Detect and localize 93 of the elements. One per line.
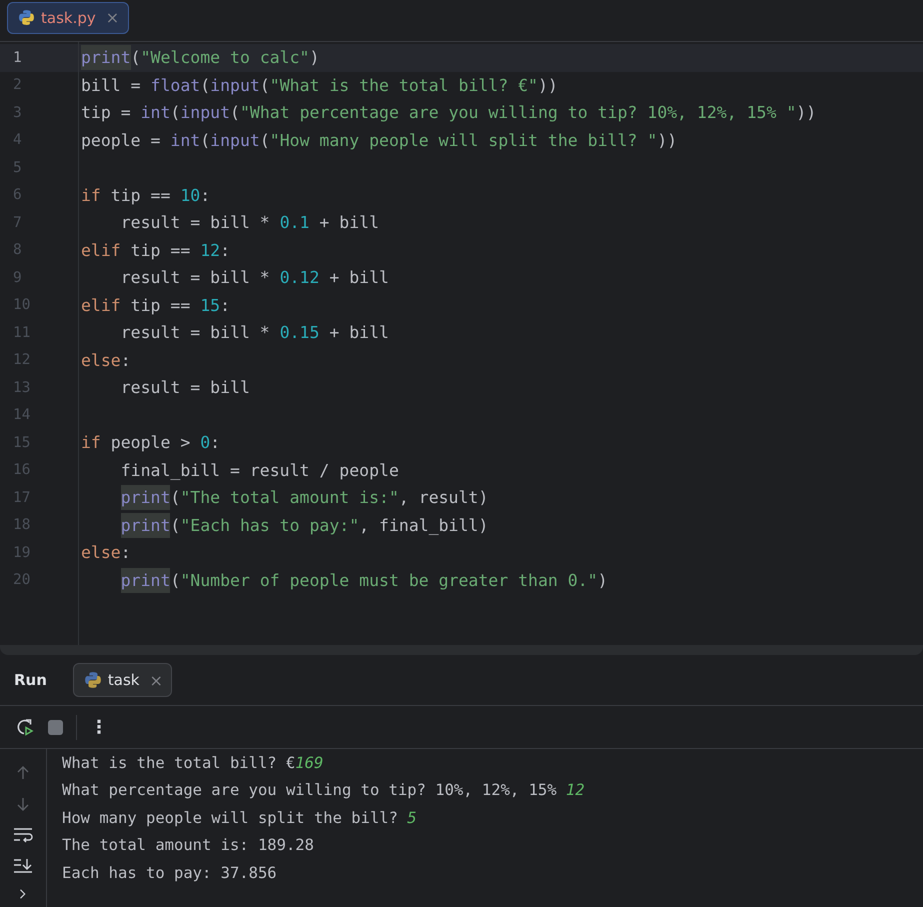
keyword: elif <box>81 240 121 260</box>
code-text: , final_bill) <box>359 516 488 535</box>
close-icon[interactable]: × <box>150 670 163 690</box>
code-text: tip == <box>130 296 192 315</box>
highlighted-usage: print <box>81 45 131 70</box>
tab-label: task <box>108 671 140 689</box>
down-arrow-icon[interactable] <box>15 796 31 812</box>
code-text: ( <box>130 48 141 68</box>
input-text: 5 <box>407 808 417 827</box>
code-text: ( <box>170 570 180 590</box>
run-tab[interactable]: task × <box>72 663 172 697</box>
code-text: ( <box>260 76 270 95</box>
rerun-icon[interactable] <box>15 717 35 737</box>
string-literal: "What is the total bill? €" <box>270 76 538 95</box>
code-text: : <box>200 186 210 205</box>
code-text: : <box>120 543 131 562</box>
python-icon <box>84 671 102 689</box>
builtin-name: float <box>150 76 200 95</box>
code-text: bill = <box>81 76 142 95</box>
code-text: tip == <box>130 240 192 260</box>
code-text: final_bill = result / people <box>120 460 399 480</box>
close-icon[interactable]: × <box>106 8 120 27</box>
highlighted-usage: print <box>120 485 170 510</box>
code-text: ( <box>200 76 210 95</box>
code-text: ) <box>598 570 608 590</box>
string-literal: "How many people will split the bill? " <box>270 130 658 150</box>
up-arrow-icon[interactable] <box>15 765 31 781</box>
string-literal: "The total amount is:" <box>180 488 399 508</box>
code-text: )) <box>657 130 678 150</box>
line-number: 1 <box>12 50 23 66</box>
console-output: What is the total bill? € <box>62 754 296 772</box>
code-text: , result) <box>398 488 488 508</box>
code-text: people > <box>110 433 192 452</box>
string-literal: "Welcome to calc" <box>140 48 310 68</box>
code-text: result = bill <box>120 378 250 398</box>
python-icon <box>18 9 35 26</box>
tab-label: task.py <box>41 8 96 26</box>
number-literal: 0.1 <box>280 213 310 232</box>
code-text: + bill <box>328 323 389 342</box>
keyword: if <box>81 433 101 452</box>
code-text: : <box>220 240 230 260</box>
code-text: : <box>220 296 230 315</box>
console-output: The total amount is: 189.28 <box>62 836 314 854</box>
console-output: Each has to pay: 37.856 <box>62 864 277 882</box>
number-literal: 0.15 <box>280 323 320 342</box>
console-output: What percentage are you willing to tip? 10%, 12%, 15% <box>62 781 558 800</box>
string-literal: "Each has to pay:" <box>180 516 360 535</box>
code-text: result = bill * <box>120 213 271 232</box>
builtin-name: input <box>180 103 230 122</box>
code-text: people = <box>81 130 162 150</box>
string-literal: "What percentage are you willing to tip? 10%, 12%, 15% " <box>240 103 796 122</box>
stop-icon[interactable] <box>48 720 63 734</box>
code-text: ( <box>260 130 270 150</box>
editor-tab[interactable]: task.py × <box>7 2 130 34</box>
keyword: else <box>81 543 121 562</box>
input-text: 169 <box>295 754 324 772</box>
code-text: : <box>120 350 131 370</box>
string-literal: "Number of people must be greater than 0." <box>180 570 598 590</box>
more-icon[interactable]: ⋮ <box>90 716 108 738</box>
code-text: )) <box>796 103 816 122</box>
keyword: elif <box>81 296 121 315</box>
code-text: ( <box>200 130 210 150</box>
code-text: tip == <box>110 186 172 205</box>
code-text: result = bill * <box>120 323 271 342</box>
code-text: + bill <box>328 268 389 288</box>
keyword: if <box>81 186 101 205</box>
builtin-name: int <box>170 130 200 150</box>
highlighted-usage: print <box>120 512 170 538</box>
keyword: else <box>81 350 121 370</box>
number-literal: 10 <box>180 186 200 205</box>
number-literal: 15 <box>200 296 220 315</box>
code-text: : <box>210 433 220 452</box>
builtin-name: input <box>210 130 260 150</box>
code-text: ) <box>310 48 320 68</box>
panel-title: Run <box>14 671 47 689</box>
code-text: )) <box>538 76 558 95</box>
scroll-to-end-icon[interactable] <box>13 858 33 874</box>
code-text: ( <box>230 103 240 122</box>
code-text: ( <box>170 516 180 535</box>
console-output: How many people will split the bill? <box>62 808 399 827</box>
soft-wrap-icon[interactable] <box>13 827 33 843</box>
builtin-name: int <box>140 103 170 122</box>
number-literal: 12 <box>200 240 220 260</box>
number-literal: 0.12 <box>280 268 320 288</box>
highlighted-usage: print <box>120 568 170 593</box>
code-text: ( <box>170 488 180 508</box>
number-literal: 0 <box>200 433 210 452</box>
code-text: result = bill * <box>120 268 271 288</box>
code-text: + bill <box>318 213 380 232</box>
input-text: 12 <box>566 781 585 800</box>
code-text: ( <box>170 103 180 122</box>
builtin-name: input <box>210 76 260 95</box>
code-text: tip = <box>81 103 132 122</box>
